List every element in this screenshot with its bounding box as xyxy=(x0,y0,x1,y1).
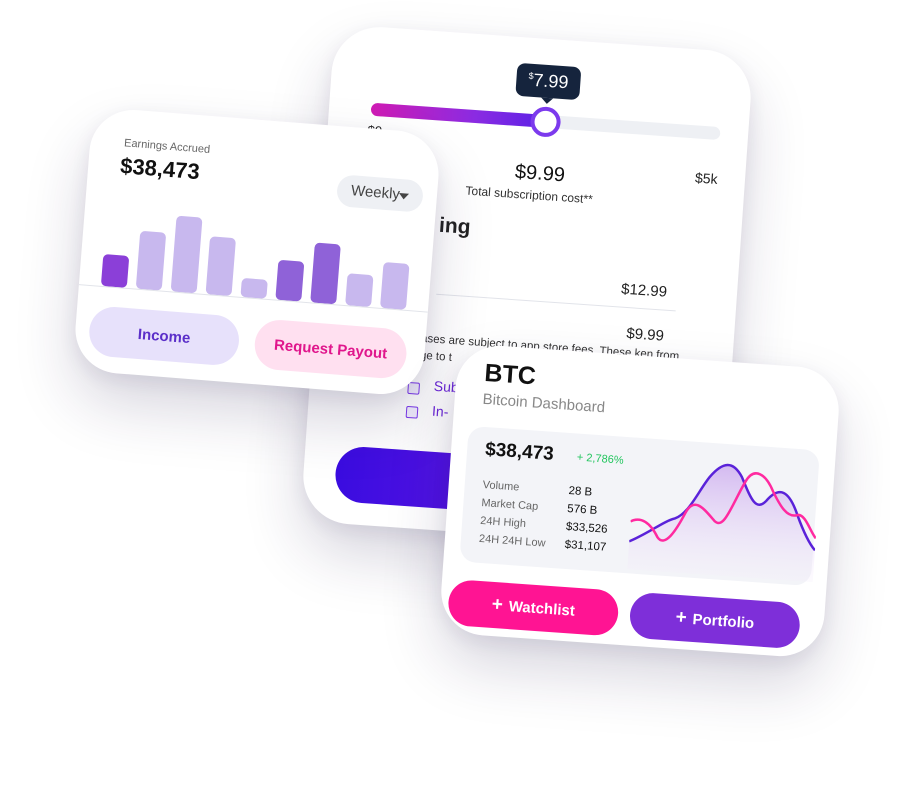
checkbox-in-app[interactable] xyxy=(405,405,419,419)
earnings-label: Earnings Accrued xyxy=(123,137,211,156)
earnings-card: Earnings Accrued $38,473 Weekly Income R… xyxy=(72,106,442,398)
price-slider-handle[interactable] xyxy=(529,105,562,138)
add-watchlist-button[interactable]: + Watchlist xyxy=(446,578,620,637)
plus-icon: + xyxy=(491,593,504,616)
earnings-bar xyxy=(205,236,237,297)
earnings-value: $38,473 xyxy=(119,153,201,185)
btc-price: $38,473 xyxy=(484,439,555,465)
stat-high-label: 24H High xyxy=(479,514,527,531)
checkbox-subscription[interactable] xyxy=(407,381,421,395)
portfolio-label: Portfolio xyxy=(691,610,755,633)
earnings-bar xyxy=(100,253,130,288)
checkbox-in-app-label: In- xyxy=(431,402,450,420)
btc-subtitle: Bitcoin Dashboard xyxy=(482,390,606,417)
stat-volume-label: Volume xyxy=(482,479,520,494)
btc-change: + 2,786% xyxy=(576,451,624,467)
btc-price-chart xyxy=(627,463,817,583)
earnings-bar xyxy=(170,215,203,294)
period-dropdown[interactable]: Weekly xyxy=(335,174,425,213)
earnings-bar xyxy=(135,230,167,291)
btc-card: BTC Bitcoin Dashboard $38,473 + 2,786% V… xyxy=(438,342,842,660)
add-portfolio-button[interactable]: + Portfolio xyxy=(628,591,802,650)
price-slider[interactable]: $7.99 xyxy=(370,62,721,141)
stat-low-label: 24H 24H Low xyxy=(478,532,546,550)
period-dropdown-value: Weekly xyxy=(350,182,401,204)
earnings-bar xyxy=(379,261,410,310)
btc-title: BTC xyxy=(483,358,537,391)
watchlist-label: Watchlist xyxy=(508,598,576,620)
plus-icon: + xyxy=(674,606,688,629)
subscription-caption: Total subscription cost** xyxy=(465,183,594,207)
income-button[interactable]: Income xyxy=(87,305,241,367)
price-slider-tooltip: $7.99 xyxy=(515,62,582,101)
request-payout-button[interactable]: Request Payout xyxy=(252,318,409,380)
stat-market-cap-label: Market Cap xyxy=(481,496,539,513)
stat-market-cap-value: 576 B xyxy=(566,502,598,518)
stat-high-value: $33,526 xyxy=(565,520,608,536)
btc-stats-panel: $38,473 + 2,786% Volume 28 B Market Cap … xyxy=(459,425,820,587)
slider-max-label: $5k xyxy=(694,169,719,188)
earnings-bar xyxy=(275,259,305,302)
pricing-heading: ing xyxy=(438,213,472,239)
subscription-price: $9.99 xyxy=(514,160,566,187)
earnings-bar xyxy=(240,277,268,299)
earnings-bar-chart xyxy=(100,196,417,310)
caret-down-icon xyxy=(398,192,410,200)
stat-volume-value: 28 B xyxy=(568,485,593,499)
earnings-bar xyxy=(345,273,374,308)
tooltip-value: 7.99 xyxy=(532,69,570,93)
stat-low-value: $31,107 xyxy=(564,538,607,554)
price-slider-fill xyxy=(370,102,547,128)
earnings-bar xyxy=(310,242,341,305)
